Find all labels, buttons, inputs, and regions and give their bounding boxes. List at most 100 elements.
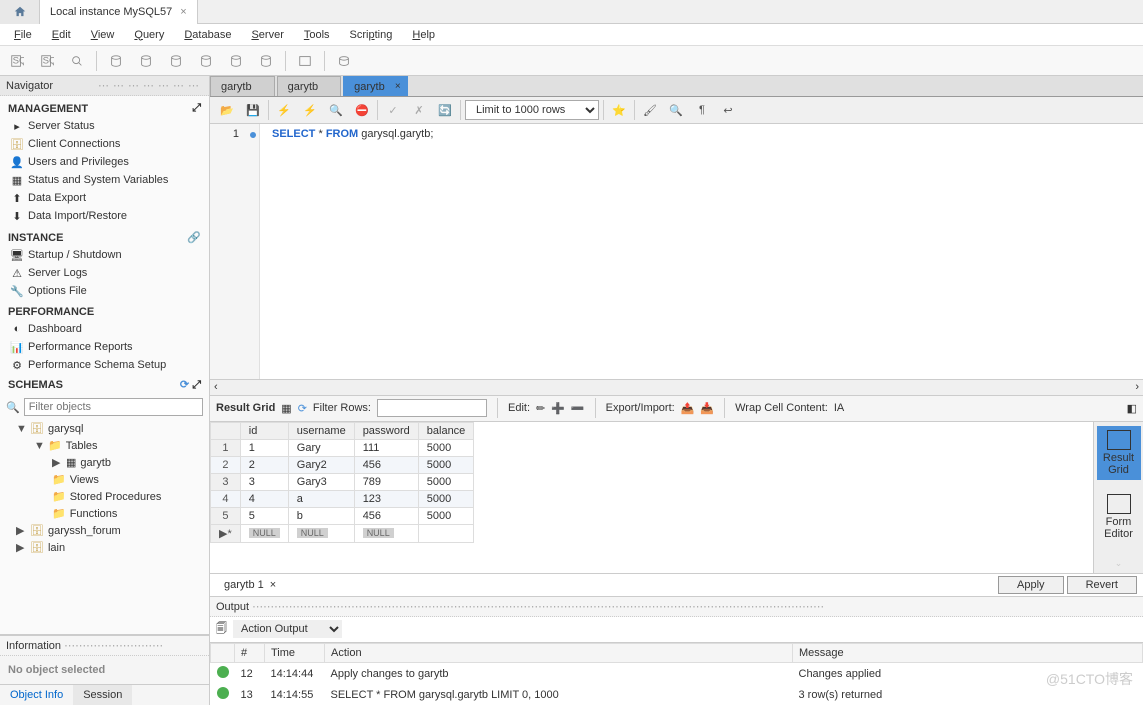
menu-database[interactable]: Database [176, 27, 239, 43]
nav-data-import[interactable]: ⬇Data Import/Restore [0, 207, 209, 225]
autocommit-icon[interactable]: 🔄 [434, 99, 456, 121]
table-row-new[interactable]: ▶*NULLNULLNULL [211, 524, 474, 542]
close-icon[interactable]: × [395, 81, 401, 92]
db-icon-2[interactable] [135, 50, 157, 72]
table-row[interactable]: 22Gary24565000 [211, 456, 474, 473]
save-icon[interactable]: 💾 [242, 99, 264, 121]
inspector-icon[interactable] [66, 50, 88, 72]
schema-garyssh[interactable]: ▶🗄garyssh_forum [0, 522, 209, 539]
db-icon-4[interactable] [195, 50, 217, 72]
schema-garysql[interactable]: ▼🗄garysql [0, 420, 209, 437]
output-row[interactable]: 1214:14:44Apply changes to garytbChanges… [211, 663, 1143, 685]
apply-button[interactable]: Apply [998, 576, 1064, 594]
new-sql-icon[interactable]: SQL [6, 50, 28, 72]
filter-input[interactable] [24, 398, 203, 416]
tab-object-info[interactable]: Object Info [0, 685, 73, 705]
delete-row-icon[interactable]: ➖ [571, 402, 585, 415]
nav-server-status[interactable]: ▸Server Status [0, 117, 209, 135]
menu-help[interactable]: Help [404, 27, 443, 43]
rollback-icon[interactable]: ✗ [408, 99, 430, 121]
wrap-icon[interactable]: ↩ [717, 99, 739, 121]
export-icon[interactable]: 📤 [681, 402, 695, 415]
result-grid[interactable]: idusernamepasswordbalance 11Gary1115000 … [210, 422, 1093, 573]
sql-editor[interactable]: 1 SELECT * FROM garysql.garytb; [210, 124, 1143, 379]
output-row[interactable]: 1314:14:55SELECT * FROM garysql.garytb L… [211, 684, 1143, 705]
table-row[interactable]: 44a1235000 [211, 490, 474, 507]
editor-tab-3[interactable]: garytb× [343, 76, 408, 96]
open-sql-icon[interactable]: SQL [36, 50, 58, 72]
revert-button[interactable]: Revert [1067, 576, 1137, 594]
close-icon[interactable]: × [180, 6, 186, 18]
side-tab-form-editor[interactable]: Form Editor [1097, 490, 1141, 544]
db-icon-1[interactable] [105, 50, 127, 72]
table-row[interactable]: 55b4565000 [211, 507, 474, 524]
find-icon[interactable]: 🔍 [665, 99, 687, 121]
nav-options-file[interactable]: 🔧Options File [0, 282, 209, 300]
add-row-icon[interactable]: ➕ [551, 402, 565, 415]
editor-scrollbar[interactable]: ‹› [210, 379, 1143, 394]
tab-session[interactable]: Session [73, 685, 132, 705]
commit-icon[interactable]: ✓ [382, 99, 404, 121]
reconnect-icon[interactable] [333, 50, 355, 72]
invisible-icon[interactable]: ¶ [691, 99, 713, 121]
beautify-icon[interactable]: ⭐ [608, 99, 630, 121]
db-icon-6[interactable] [255, 50, 277, 72]
expand-icon[interactable]: ⤢ [192, 102, 201, 115]
table-row[interactable]: 11Gary1115000 [211, 439, 474, 456]
db-icon-5[interactable] [225, 50, 247, 72]
filter-rows-input[interactable] [377, 399, 487, 417]
stop-icon[interactable]: ⛔ [351, 99, 373, 121]
tree-stored-procedures[interactable]: 📁Stored Procedures [0, 488, 209, 505]
limit-select[interactable]: Limit to 1000 rows [465, 100, 599, 120]
nav-client-connections[interactable]: 🗄Client Connections [0, 135, 209, 153]
tree-tables[interactable]: ▼📁Tables [0, 437, 209, 454]
table-row[interactable]: 33Gary37895000 [211, 473, 474, 490]
editor-tab-1[interactable]: garytb [210, 76, 275, 96]
side-tab-result-grid[interactable]: Result Grid [1097, 426, 1141, 480]
result-tab[interactable]: garytb 1× [216, 577, 284, 593]
refresh-icon[interactable]: ⟳ [298, 402, 307, 415]
nav-startup[interactable]: 🖥Startup / Shutdown [0, 246, 209, 264]
side-tab-more[interactable]: ⌄ [1097, 554, 1141, 573]
nav-status-variables[interactable]: ▦Status and System Variables [0, 171, 209, 189]
close-icon[interactable]: × [270, 579, 276, 591]
import-icon[interactable]: 📥 [700, 402, 714, 415]
menu-server[interactable]: Server [243, 27, 291, 43]
grid-icon[interactable]: ▦ [281, 402, 291, 415]
nav-dashboard[interactable]: ◐Dashboard [0, 320, 209, 338]
nav-server-logs[interactable]: ⚠Server Logs [0, 264, 209, 282]
tree-views[interactable]: 📁Views [0, 471, 209, 488]
tree-functions[interactable]: 📁Functions [0, 505, 209, 522]
panel-toggle-icon[interactable]: ◧ [1127, 402, 1137, 415]
expand-icon[interactable]: ⤢ [192, 379, 201, 391]
explain-icon[interactable]: 🔍 [325, 99, 347, 121]
output-select[interactable]: Action Output [233, 620, 342, 638]
menu-view[interactable]: View [83, 27, 123, 43]
output-menu-icon[interactable]: 🗐 [216, 620, 227, 639]
home-button[interactable] [0, 0, 40, 24]
execute-icon[interactable]: ⚡ [273, 99, 295, 121]
editor-tab-2[interactable]: garytb [277, 76, 342, 96]
db-icon-3[interactable] [165, 50, 187, 72]
menu-tools[interactable]: Tools [296, 27, 338, 43]
execute-current-icon[interactable]: ⚡ [299, 99, 321, 121]
nav-users-privileges[interactable]: 👤Users and Privileges [0, 153, 209, 171]
open-file-icon[interactable]: 📂 [216, 99, 238, 121]
connection-tab[interactable]: Local instance MySQL57 × [40, 0, 198, 24]
brush-icon[interactable]: 🖌 [639, 99, 661, 121]
menu-scripting[interactable]: Scripting [342, 27, 401, 43]
wrap-label: Wrap Cell Content: [735, 402, 828, 414]
edit-icon[interactable]: ✏ [536, 402, 545, 415]
schema-lain[interactable]: ▶🗄lain [0, 539, 209, 556]
wrap-toggle-icon[interactable]: IA [834, 402, 844, 414]
refresh-icon[interactable]: ⟳ [180, 379, 189, 391]
nav-data-export[interactable]: ⬆Data Export [0, 189, 209, 207]
menu-file[interactable]: File [6, 27, 40, 43]
instance-section: INSTANCE🔗 [0, 225, 209, 246]
menu-edit[interactable]: Edit [44, 27, 79, 43]
menu-query[interactable]: Query [126, 27, 172, 43]
search-icon[interactable] [294, 50, 316, 72]
tree-table-garytb[interactable]: ▶▦garytb [0, 454, 209, 471]
nav-perf-schema[interactable]: ⚙Performance Schema Setup [0, 356, 209, 374]
nav-perf-reports[interactable]: 📊Performance Reports [0, 338, 209, 356]
